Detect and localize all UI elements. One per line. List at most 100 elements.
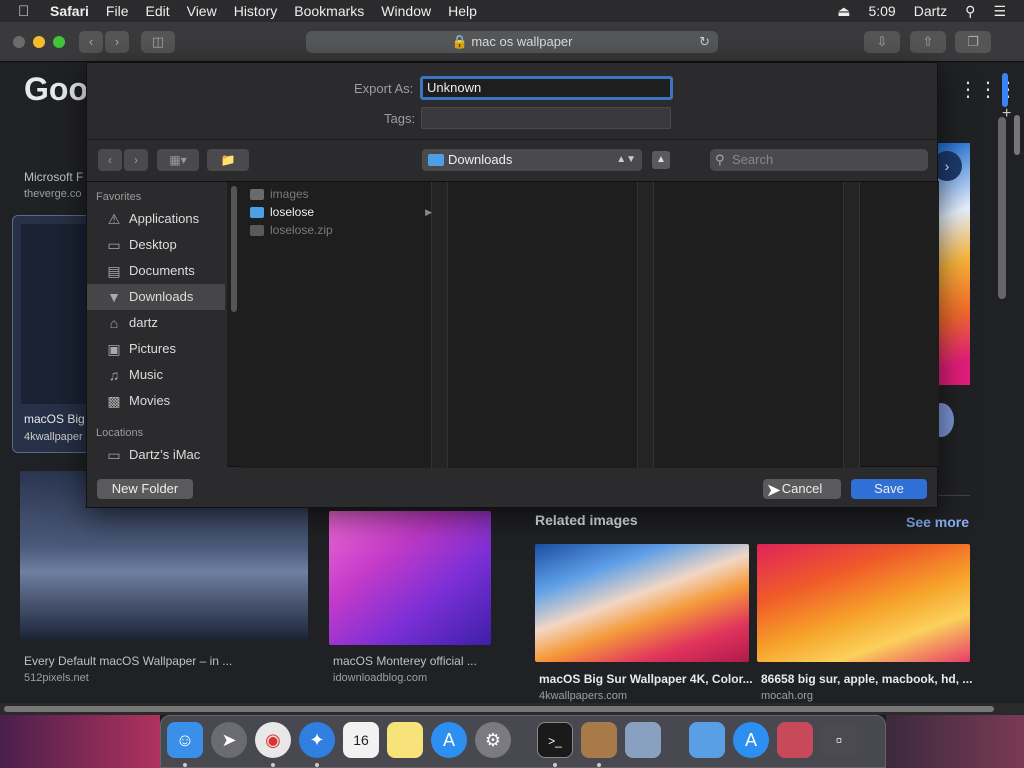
horizontal-scrollbar[interactable] xyxy=(0,703,1024,715)
control-center-icon[interactable]: ☰ xyxy=(993,3,1006,20)
archive-utility-icon[interactable] xyxy=(581,722,617,758)
dialog-forward-icon[interactable]: › xyxy=(124,149,148,171)
left-result-title[interactable]: Microsoft F xyxy=(24,170,83,184)
menu-history[interactable]: History xyxy=(234,3,278,19)
sidebar-item-home[interactable]: ⌂ dartz xyxy=(87,310,225,336)
menu-help[interactable]: Help xyxy=(448,3,477,19)
sign-in-button[interactable] xyxy=(1002,73,1008,107)
save-button[interactable]: Save xyxy=(851,479,927,499)
calendar-icon[interactable]: 16 xyxy=(343,722,379,758)
column-resize-handle-3[interactable] xyxy=(844,182,860,468)
selected-image-thumb xyxy=(21,224,91,404)
result-2-source[interactable]: idownloadblog.com xyxy=(333,672,427,684)
google-apps-icon[interactable]: ⋮⋮⋮ xyxy=(958,77,1018,102)
sidebar-item-pictures[interactable]: ▣ Pictures xyxy=(87,336,225,362)
downloads-toolbar-icon[interactable]: ⇩ xyxy=(864,31,900,53)
dialog-search-field[interactable]: ⚲ Search xyxy=(710,149,928,171)
chevron-right-icon: ▶ xyxy=(425,207,432,217)
app-store-icon[interactable]: A xyxy=(431,722,467,758)
file-name: images xyxy=(270,187,309,201)
file-item-images: images xyxy=(250,185,432,203)
app-store-folder-icon[interactable]: A xyxy=(733,722,769,758)
horizontal-scroll-thumb[interactable] xyxy=(4,706,994,712)
share-icon[interactable]: ⇧ xyxy=(910,31,946,53)
menu-view[interactable]: View xyxy=(187,3,217,19)
sidebar-item-applications[interactable]: ⚠ Applications xyxy=(87,206,225,232)
collapse-icon[interactable]: ▲ xyxy=(652,151,670,169)
downloads-folder-icon xyxy=(428,154,444,166)
sidebar-item-downloads[interactable]: ▼ Downloads xyxy=(87,284,225,310)
sidebar-item-movies[interactable]: ▩ Movies xyxy=(87,388,225,414)
selected-card-title: macOS Big xyxy=(24,412,85,426)
dialog-back-icon[interactable]: ‹ xyxy=(98,149,122,171)
result-1-title[interactable]: Every Default macOS Wallpaper – in ... xyxy=(24,654,232,668)
eject-icon[interactable]: ⏏ xyxy=(837,3,850,20)
page-scrollbar[interactable] xyxy=(1014,115,1020,155)
menu-window[interactable]: Window xyxy=(381,3,431,19)
menu-bar:  Safari File Edit View History Bookmark… xyxy=(0,0,1024,22)
selected-image-card[interactable]: macOS Big 4kwallpaper xyxy=(12,215,92,453)
close-window-button[interactable] xyxy=(13,36,25,48)
panel-scrollbar[interactable] xyxy=(998,117,1006,299)
column-resize-handle-2[interactable] xyxy=(638,182,654,468)
reload-icon[interactable]: ↻ xyxy=(699,31,710,53)
sidebar-item-documents[interactable]: ▤ Documents xyxy=(87,258,225,284)
new-tab-icon[interactable]: + xyxy=(1002,105,1011,123)
trash-icon[interactable]: ▫ xyxy=(821,722,857,758)
related-1-source[interactable]: 4kwallpapers.com xyxy=(539,690,627,702)
applications-folder-icon[interactable] xyxy=(689,722,725,758)
menu-edit[interactable]: Edit xyxy=(145,3,169,19)
see-more-link[interactable]: See more xyxy=(906,514,969,530)
file-item-loselose[interactable]: loselose ▶ xyxy=(250,203,432,221)
related-2-title[interactable]: 86658 big sur, apple, macbook, hd, ... xyxy=(761,672,972,686)
menu-bookmarks[interactable]: Bookmarks xyxy=(294,3,364,19)
sidebar-toggle-icon[interactable]: ◫ xyxy=(141,31,175,53)
menubar-clock[interactable]: 5:09 xyxy=(868,3,895,19)
result-2-title[interactable]: macOS Monterey official ... xyxy=(333,654,477,668)
chrome-icon[interactable]: ◉ xyxy=(255,722,291,758)
related-image-1[interactable] xyxy=(535,544,749,662)
file-browser: Favorites ⚠ Applications ▭ Desktop ▤ Docume… xyxy=(87,181,939,468)
menu-file[interactable]: File xyxy=(106,3,129,19)
result-1-source[interactable]: 512pixels.net xyxy=(24,672,89,684)
tags-field[interactable] xyxy=(421,107,671,129)
tabs-overview-icon[interactable]: ❐ xyxy=(955,31,991,53)
minimize-window-button[interactable] xyxy=(33,36,45,48)
forward-icon[interactable]: › xyxy=(105,31,129,53)
zoom-window-button[interactable] xyxy=(53,36,65,48)
left-result-source[interactable]: theverge.co xyxy=(24,188,81,200)
system-preferences-icon[interactable]: ⚙ xyxy=(475,722,511,758)
spotlight-search-icon[interactable]: ⚲ xyxy=(965,3,975,20)
column-resize-handle[interactable] xyxy=(432,182,448,468)
related-image-2[interactable] xyxy=(757,544,970,662)
related-2-source[interactable]: mocah.org xyxy=(761,690,813,702)
search-icon: ⚲ xyxy=(715,152,725,167)
desktop-icon: ▭ xyxy=(107,237,121,253)
finder-icon[interactable]: ☺ xyxy=(167,722,203,758)
location-popup[interactable]: Downloads ▲▼ xyxy=(422,149,642,171)
view-mode-icon[interactable]: ▦▾ xyxy=(157,149,199,171)
result-image-2[interactable] xyxy=(329,511,491,645)
related-1-title[interactable]: macOS Big Sur Wallpaper 4K, Color... xyxy=(539,672,753,686)
export-as-field[interactable]: Unknown xyxy=(420,76,673,100)
downloads-stack-icon[interactable] xyxy=(777,722,813,758)
launchpad-icon[interactable]: ➤ xyxy=(211,722,247,758)
export-as-label: Export As: xyxy=(354,81,414,96)
sidebar-scrollbar[interactable] xyxy=(231,186,237,312)
menubar-user[interactable]: Dartz xyxy=(914,3,947,19)
sidebar-item-imac[interactable]: ▭ Dartz’s iMac xyxy=(87,442,225,468)
sidebar-item-label: Pictures xyxy=(129,341,176,356)
image-file-icon xyxy=(250,189,264,200)
new-folder-button[interactable]: New Folder xyxy=(97,479,193,499)
menu-app-name[interactable]: Safari xyxy=(50,3,89,19)
safari-icon[interactable]: ✦ xyxy=(299,722,335,758)
back-icon[interactable]: ‹ xyxy=(79,31,103,53)
preview-icon[interactable] xyxy=(625,722,661,758)
terminal-icon[interactable]: >_ xyxy=(537,722,573,758)
sidebar-item-desktop[interactable]: ▭ Desktop xyxy=(87,232,225,258)
apple-menu-icon[interactable]:  xyxy=(18,3,40,20)
new-folder-icon[interactable]: 📁 xyxy=(207,149,249,171)
address-bar[interactable]: 🔒 mac os wallpaper ↻ xyxy=(306,31,718,53)
sidebar-item-music[interactable]: ♫ Music xyxy=(87,362,225,388)
notes-icon[interactable] xyxy=(387,722,423,758)
